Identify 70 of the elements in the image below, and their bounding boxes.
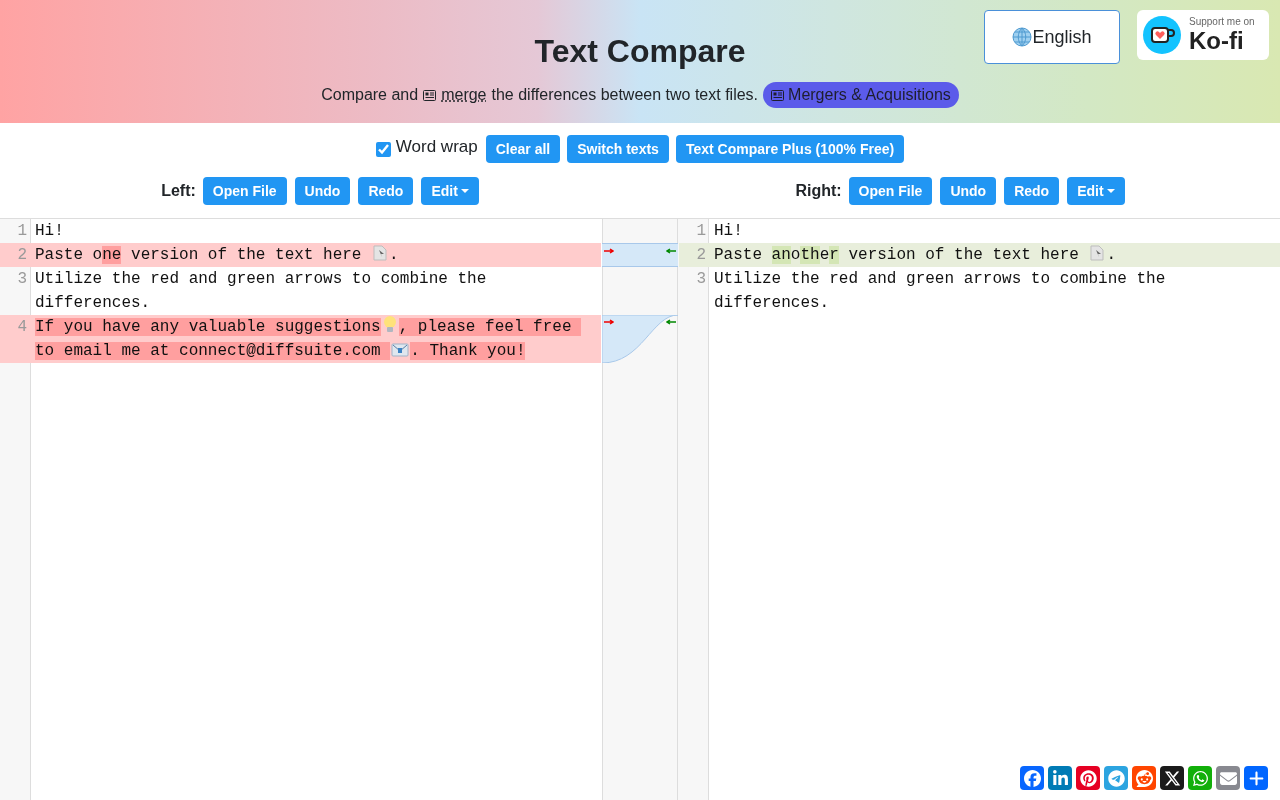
merge-right-arrow[interactable] [604, 319, 614, 325]
code-text: Utilize the red and green arrows to combine the differences. [714, 270, 1167, 312]
line-number: 1 [16, 221, 28, 242]
topic-badge[interactable]: Mergers & Acquisitions [763, 82, 959, 108]
side-label: Right: [795, 181, 842, 201]
badge-label: Mergers & Acquisitions [788, 85, 951, 105]
code-text: Utilize the red and green arrows to combine the differences. [35, 270, 488, 312]
merge-left-arrow[interactable] [666, 248, 676, 254]
line-number: 3 [695, 269, 707, 290]
toolbar-button[interactable]: Redo [358, 177, 414, 205]
x-icon[interactable] [1160, 766, 1184, 790]
edit-menu-button[interactable]: Edit [421, 177, 479, 205]
newspaper-icon [423, 89, 437, 101]
changed-text: If you have any valuable suggestions [35, 318, 381, 336]
caret-icon [1106, 188, 1115, 194]
language-button[interactable]: English [984, 10, 1120, 64]
code-text: version of the text here [130, 246, 363, 264]
edit-menu-button[interactable]: Edit [1067, 177, 1125, 205]
coffee-cup-icon [1143, 16, 1181, 54]
line-number: 4 [16, 317, 28, 338]
merge-link[interactable]: merge [441, 83, 487, 107]
toolbar-button[interactable]: Text Compare Plus (100% Free) [675, 135, 905, 163]
code-text: . [1106, 246, 1117, 264]
pinterest-icon[interactable] [1076, 766, 1100, 790]
code-text: Hi! [35, 222, 64, 240]
toolbar-button[interactable]: Undo [294, 177, 351, 205]
checkbox-label: Word wrap [395, 136, 478, 159]
kofi-button[interactable]: Support me on Ko-fi [1137, 10, 1269, 60]
subtitle-text: the differences between two text files. [491, 85, 759, 105]
toolbar-button[interactable]: Redo [1004, 177, 1060, 205]
changed-text: ne [102, 246, 122, 264]
line-number: 3 [16, 269, 28, 290]
code-text: version of the text here [847, 246, 1080, 264]
light-bulb-icon [381, 315, 398, 333]
kofi-caption: Support me on [1189, 17, 1255, 27]
line-number: 2 [16, 245, 28, 266]
newspaper-icon [771, 89, 785, 101]
toolbar-button[interactable]: Switch texts [567, 135, 669, 163]
linkedin-icon[interactable] [1048, 766, 1072, 790]
telegram-icon[interactable] [1104, 766, 1128, 790]
code-text: Paste [714, 246, 763, 264]
kofi-name: Ko-fi [1189, 29, 1245, 53]
code-text: Hi! [714, 222, 743, 240]
merge-right-arrow[interactable] [604, 248, 614, 254]
toolbar-button[interactable]: Clear all [485, 135, 561, 163]
changed-text: r [829, 246, 839, 264]
changed-text: an [771, 246, 791, 264]
toolbar-button[interactable]: Undo [940, 177, 997, 205]
share-icon[interactable] [1244, 766, 1268, 790]
code-text: o [790, 246, 801, 264]
code-text: Paste o [35, 246, 103, 264]
code-text: e [819, 246, 830, 264]
document-icon [372, 245, 389, 261]
changed-text: . Thank you! [410, 342, 526, 360]
globe-icon [1012, 27, 1033, 47]
code-text: . [389, 246, 399, 264]
page-title: Text Compare [534, 32, 746, 71]
envelope-icon [391, 343, 410, 357]
line-number: 2 [695, 245, 707, 266]
merge-left-arrow[interactable] [666, 319, 676, 325]
caret-icon [460, 188, 469, 194]
toolbar-button[interactable]: Open File [202, 177, 287, 205]
subtitle-text: Compare and [321, 85, 419, 105]
changed-text: th [800, 246, 820, 264]
toolbar-button[interactable]: Open File [848, 177, 933, 205]
email-icon[interactable] [1216, 766, 1240, 790]
line-number: 1 [695, 221, 707, 242]
word-wrap-checkbox[interactable] [375, 141, 391, 157]
side-label: Left: [161, 181, 196, 201]
facebook-icon[interactable] [1020, 766, 1044, 790]
